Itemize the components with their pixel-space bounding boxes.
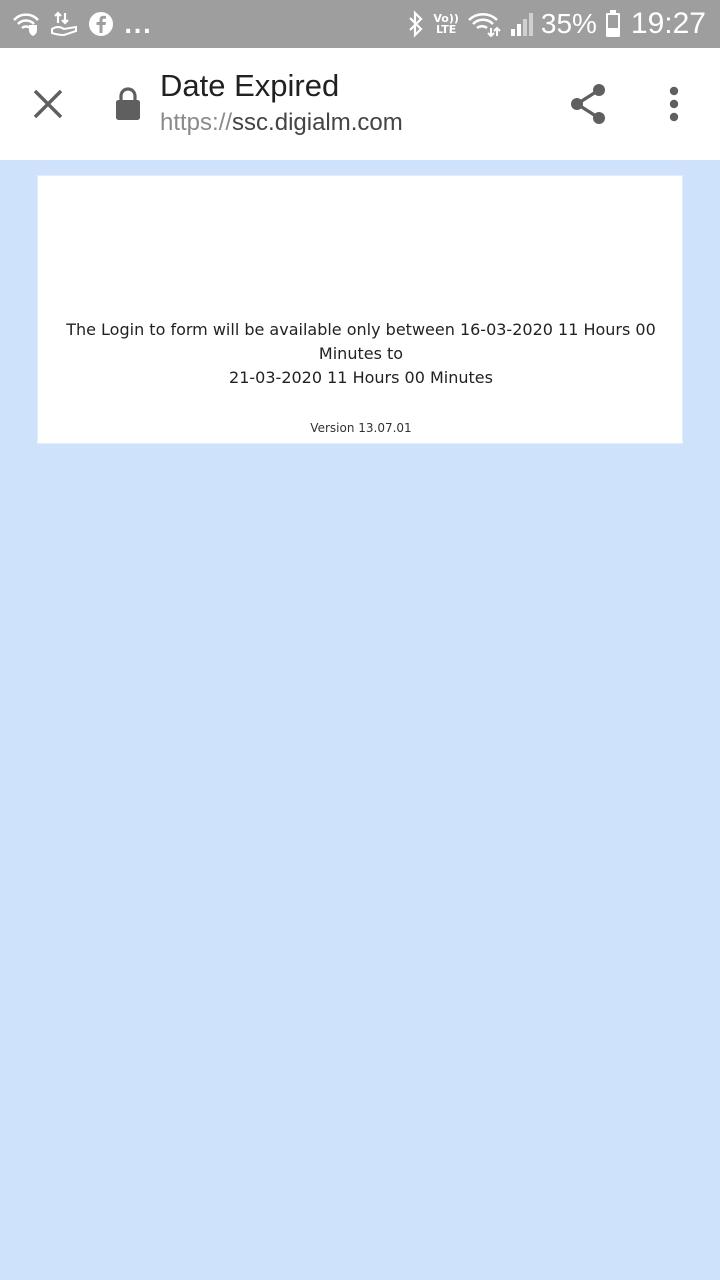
facebook-icon: [88, 11, 114, 37]
more-options-button[interactable]: [650, 78, 698, 130]
bluetooth-icon: [407, 10, 425, 38]
wifi-icon: [467, 11, 501, 37]
battery-percent: 35%: [540, 8, 597, 39]
battery-icon: [605, 10, 621, 38]
share-button[interactable]: [562, 78, 614, 130]
wifi-shield-icon: [12, 12, 40, 36]
message-card: The Login to form will be available only…: [37, 175, 683, 444]
notification-icons: ...: [12, 8, 162, 40]
url-scheme: https://: [160, 109, 233, 136]
status-bar: ... Vo)) LTE 35% 19:27: [0, 0, 720, 48]
more-vert-icon: [669, 86, 679, 122]
url-host: ssc.digialm.com: [232, 109, 403, 136]
lock-icon[interactable]: [112, 86, 144, 122]
message-line-1: The Login to form will be available only…: [66, 320, 656, 363]
version-label: Version 13.07.01: [310, 421, 412, 435]
system-status-icons: Vo)) LTE 35% 19:27: [399, 6, 706, 42]
page-title: Date Expired: [160, 68, 340, 103]
share-icon: [571, 84, 605, 124]
page-content: The Login to form will be available only…: [0, 160, 720, 1280]
lte-label: LTE: [436, 23, 457, 36]
message-line-2: 21-03-2020 11 Hours 00 Minutes: [229, 368, 493, 387]
page-url: https://ssc.digialm.com: [160, 106, 540, 140]
signal-icon: [509, 11, 535, 37]
close-button[interactable]: [20, 76, 76, 132]
data-transfer-icon: [50, 11, 78, 37]
more-notifications: ...: [124, 13, 153, 39]
close-icon: [33, 89, 63, 119]
clock: 19:27: [630, 7, 706, 40]
volte-icon: Vo)) LTE: [433, 13, 459, 35]
title-block[interactable]: Date Expired https://ssc.digialm.com: [160, 66, 540, 140]
availability-message: The Login to form will be available only…: [38, 318, 684, 390]
custom-tab-toolbar: Date Expired https://ssc.digialm.com: [0, 48, 720, 160]
